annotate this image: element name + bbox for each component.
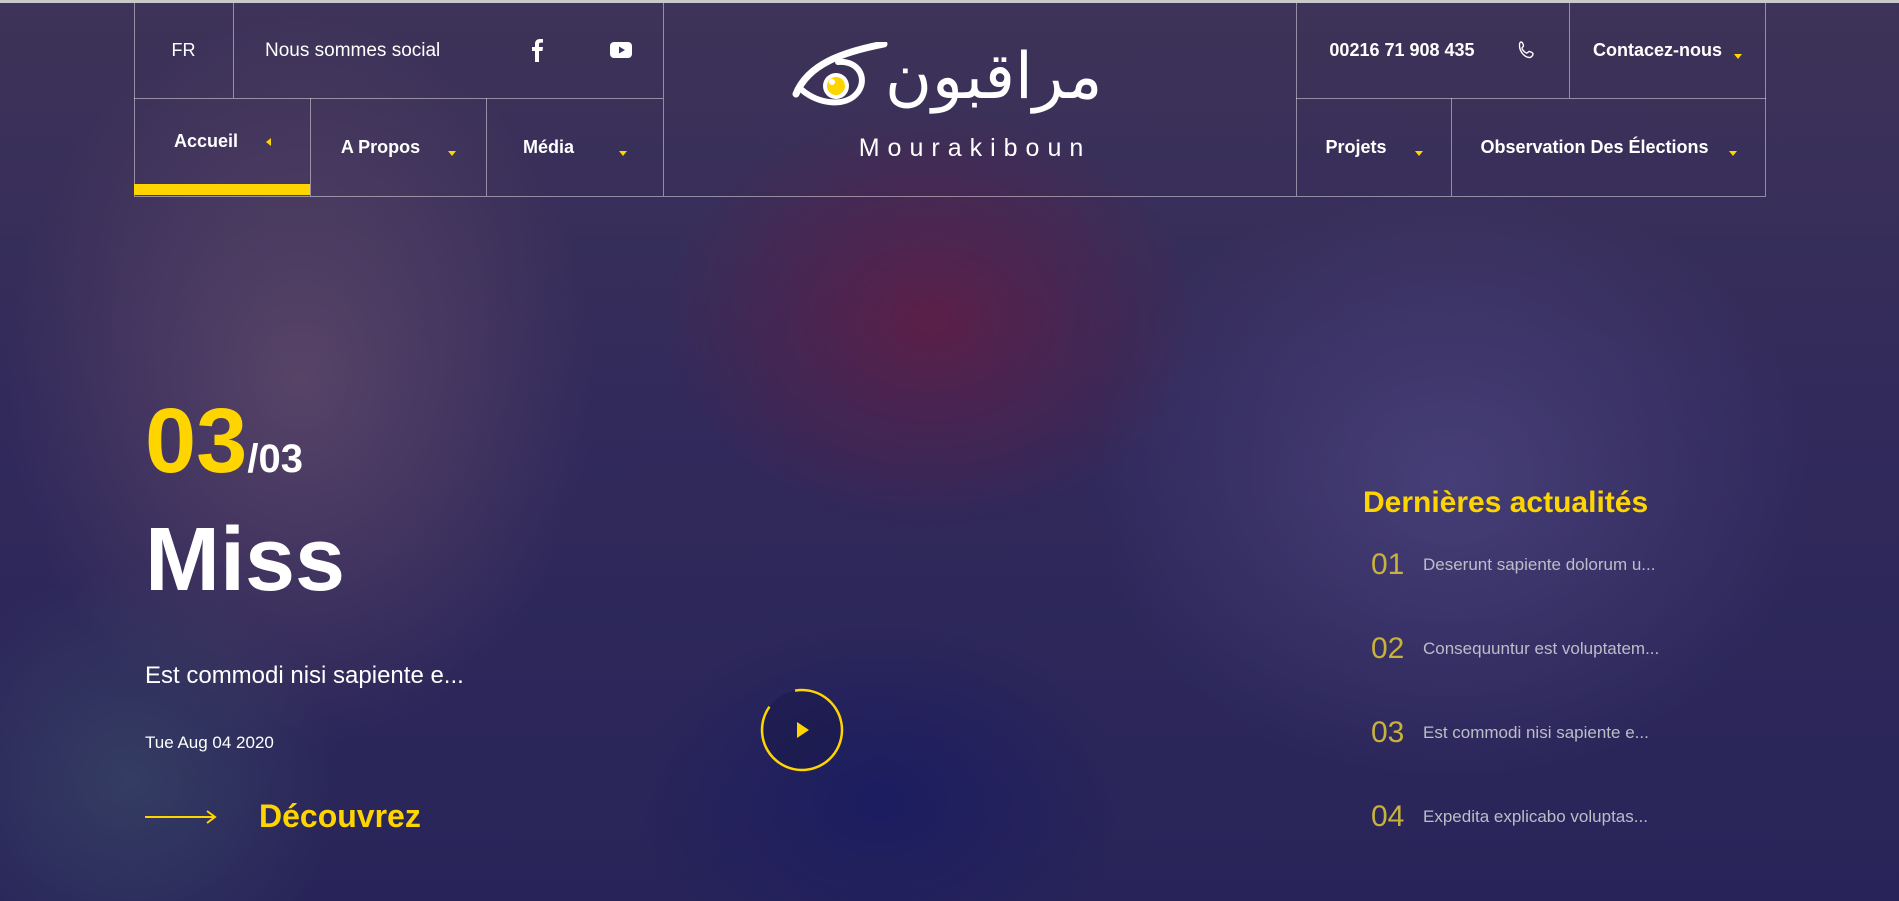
nav-item-observation-elections[interactable]: Observation Des Élections [1452,99,1765,196]
news-item[interactable]: 04 Expedita explicabo voluptas... [1371,800,1648,834]
chevron-down-icon [448,151,457,156]
slide-current: 03 [145,390,248,492]
news-number: 04 [1371,800,1405,833]
contact-label: Contacez-nous [1592,40,1722,60]
nav-label-accueil: Accueil [173,131,239,151]
contact-menu[interactable]: Contacez-nous [1570,3,1765,98]
news-item[interactable]: 02 Consequuntur est voluptatem... [1371,632,1659,666]
nav-label-a-propos: A Propos [340,137,421,157]
news-text[interactable]: Est commodi nisi sapiente e... [1423,723,1649,743]
logo-latin-text: Mourakiboun [858,134,1092,162]
play-video-button[interactable] [759,687,845,773]
chevron-down-icon [1414,151,1423,156]
arrow-right-icon [145,809,217,824]
news-item[interactable]: 03 Est commodi nisi sapiente e... [1371,716,1649,750]
phone-icon[interactable] [1510,32,1544,68]
eye-logo-icon [792,42,888,106]
news-text[interactable]: Consequuntur est voluptatem... [1423,639,1659,659]
language-label: FR [171,40,196,60]
social-text: Nous sommes social [265,39,441,61]
nav-label-projets: Projets [1325,137,1387,157]
nav-item-accueil[interactable]: Accueil [135,99,310,184]
nav-item-projets[interactable]: Projets [1297,99,1451,196]
logo-arabic-text: مراقبون [885,40,1103,114]
site-logo[interactable]: مراقبون Mourakiboun [780,38,1170,168]
hero-date: Tue Aug 04 2020 [145,733,274,752]
chevron-down-icon [1734,54,1742,59]
facebook-icon[interactable] [520,30,554,70]
slide-total: /03 [247,437,303,481]
phone-text: 00216 71 908 435 [1329,40,1475,60]
discover-link[interactable]: Découvrez [145,798,421,835]
news-text[interactable]: Deserunt sapiente dolorum u... [1423,555,1655,575]
news-item[interactable]: 01 Deserunt sapiente dolorum u... [1371,548,1655,582]
news-number: 01 [1371,548,1405,581]
news-text[interactable]: Expedita explicabo voluptas... [1423,807,1648,827]
chevron-down-icon [619,151,627,156]
chevron-left-icon [266,137,272,146]
nav-item-media[interactable]: Média [487,99,663,196]
active-nav-indicator [134,184,310,195]
nav-label-media: Média [522,137,574,157]
phone-number[interactable]: 00216 71 908 435 [1297,3,1507,98]
social-label: Nous sommes social [234,3,504,98]
nav-label-observation: Observation Des Élections [1480,137,1709,157]
news-number: 03 [1371,716,1405,749]
chevron-down-icon [1728,151,1737,156]
language-switcher[interactable]: FR [134,3,233,98]
news-number: 02 [1371,632,1405,665]
youtube-icon[interactable] [604,32,638,68]
discover-label: Découvrez [259,798,421,834]
news-section-title: Dernières actualités [1363,486,1649,519]
nav-item-a-propos[interactable]: A Propos [311,99,486,196]
hero-excerpt: Est commodi nisi sapiente e... [145,662,464,689]
slide-counter: 03/03 [145,395,303,487]
hero-title: Miss [145,510,346,610]
